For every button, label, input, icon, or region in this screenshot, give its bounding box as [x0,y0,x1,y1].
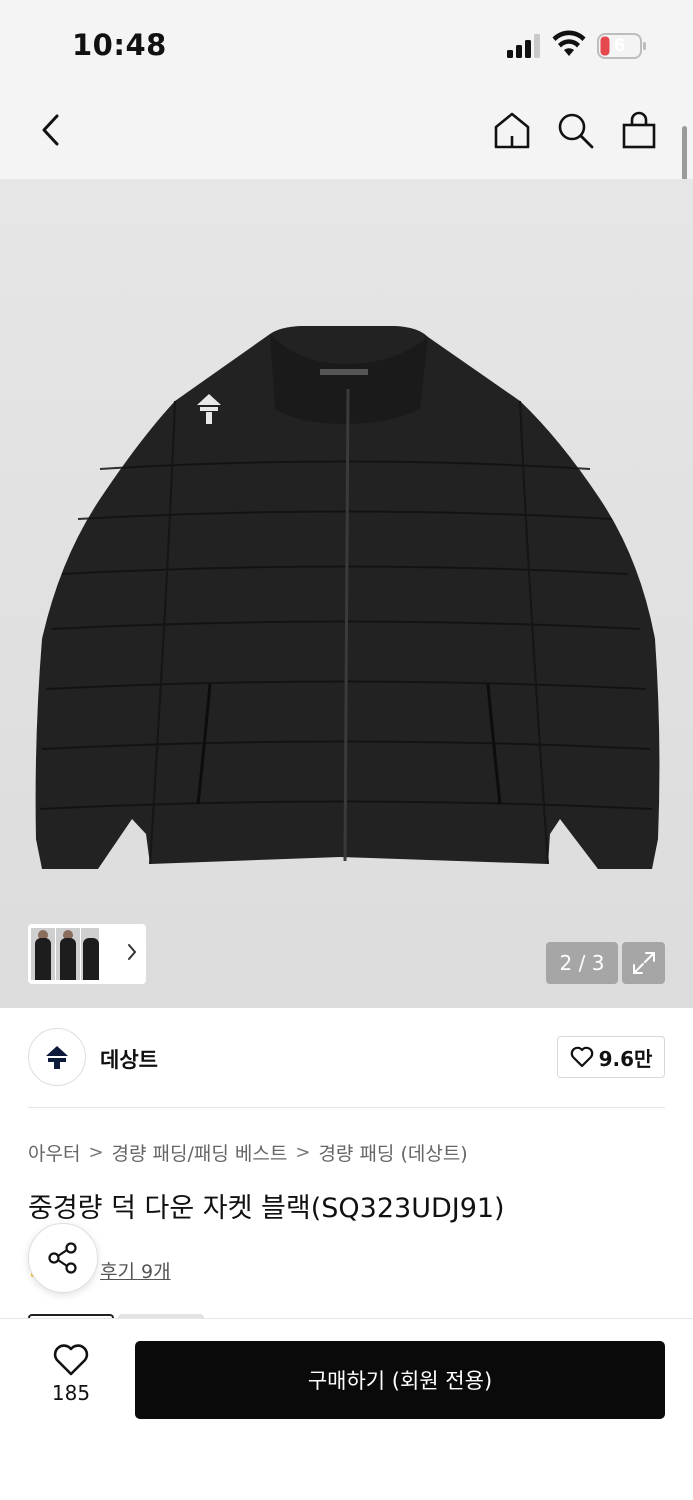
product-title: 중경량 덕 다운 자켓 블랙(SQ323UDJ91) [28,1193,505,1224]
battery-icon: 6 [597,33,647,59]
descente-logo-icon [46,1046,68,1069]
wishlist-button[interactable]: 185 [36,1343,106,1415]
product-image-gallery[interactable]: 2 / 3 [0,179,693,1008]
brand-logo[interactable] [28,1028,86,1086]
heart-icon [570,1046,593,1068]
heart-icon [53,1344,89,1376]
cellular-signal-icon [507,34,540,58]
brand-like-button[interactable]: 9.6만 [557,1036,665,1078]
search-icon [558,113,594,149]
breadcrumb-item[interactable]: 아우터 [28,1139,80,1166]
wishlist-count: 185 [51,1381,91,1405]
chevron-right-icon [128,944,137,960]
thumbnail-1[interactable] [31,928,55,980]
expand-button[interactable] [622,942,665,984]
thumbnail-2[interactable] [56,928,80,980]
search-button[interactable] [553,108,597,152]
home-button[interactable] [490,108,534,152]
share-button[interactable] [28,1223,98,1293]
breadcrumb-separator: > [88,1142,104,1163]
home-icon [494,112,530,149]
chevron-left-icon [42,114,59,146]
battery-level: 6 [613,36,626,56]
thumbnail-strip[interactable] [28,924,146,984]
breadcrumb-item[interactable]: 경량 패딩/패딩 베스트 [112,1139,288,1166]
brand-name[interactable]: 데상트 [100,1044,158,1074]
buy-button[interactable]: 구매하기 (회원 전용) [135,1341,665,1419]
product-jacket-image [35,326,660,869]
breadcrumb: 아우터 > 경량 패딩/패딩 베스트 > 경량 패딩 (데상트) [28,1139,468,1166]
shopping-bag-button[interactable] [617,108,661,152]
divider [28,1107,665,1108]
bottom-action-bar: 185 구매하기 (회원 전용) [0,1318,693,1500]
back-button[interactable] [30,108,74,152]
thumbnail-3[interactable] [81,928,99,980]
share-icon [48,1242,77,1274]
expand-icon [632,952,655,974]
review-link[interactable]: 후기 9개 [100,1257,171,1284]
status-time: 10:48 [72,28,167,62]
breadcrumb-separator: > [295,1142,311,1163]
brand-row: 데상트 9.6만 [28,1026,665,1088]
shopping-bag-icon [622,111,656,149]
top-nav-bar [0,88,693,179]
breadcrumb-item[interactable]: 경량 패딩 (데상트) [318,1139,467,1166]
brand-like-count: 9.6만 [598,1046,653,1071]
status-bar: 10:48 6 [0,0,693,88]
image-counter: 2 / 3 [546,942,618,984]
wifi-icon [552,30,586,56]
